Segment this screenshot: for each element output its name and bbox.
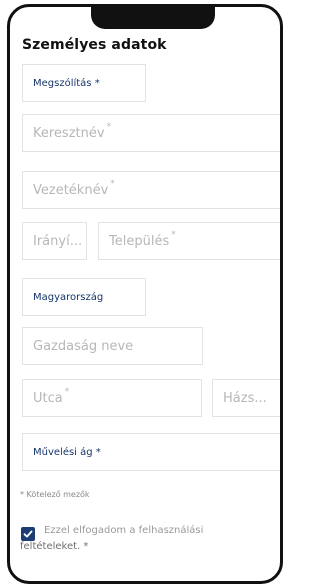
last-name-field[interactable]: Vezetéknév *: [22, 171, 280, 209]
required-mark: *: [110, 179, 115, 189]
farm-name-placeholder: Gazdaság neve: [33, 338, 134, 354]
first-name-placeholder: Keresztnév: [33, 125, 105, 141]
cultivation-select[interactable]: Művelési ág *: [22, 433, 280, 471]
salutation-label: Megszólítás *: [33, 77, 100, 89]
house-number-placeholder: Házs...: [223, 390, 267, 406]
city-field[interactable]: Település *: [98, 222, 280, 260]
terms-line-1: Ezzel elfogadom a felhasználási: [44, 525, 204, 536]
street-placeholder: Utca: [33, 390, 63, 406]
terms-text: Ezzel elfogadom a felhasználási feltétel…: [20, 523, 260, 555]
zip-placeholder: Irányí...: [33, 233, 83, 249]
phone-frame: Személyes adatok Megszólítás * Keresztné…: [7, 4, 283, 584]
farm-name-field[interactable]: Gazdaság neve: [22, 327, 203, 365]
country-select[interactable]: Magyarország: [22, 278, 146, 316]
street-field[interactable]: Utca *: [22, 379, 202, 417]
page-title: Személyes adatok: [22, 37, 167, 53]
house-number-field[interactable]: Házs...: [212, 379, 280, 417]
required-mark: *: [106, 122, 112, 132]
first-name-field[interactable]: Keresztnév *: [22, 114, 280, 152]
zip-field[interactable]: Irányí...: [22, 222, 87, 260]
terms-line-2: feltételeket. *: [20, 541, 89, 552]
city-placeholder: Település: [109, 233, 170, 249]
cultivation-label: Művelési ág *: [33, 446, 101, 458]
required-fields-note: * Kötelező mezők: [20, 490, 90, 499]
last-name-placeholder: Vezetéknév: [33, 182, 109, 198]
salutation-select[interactable]: Megszólítás *: [22, 64, 146, 102]
required-mark: *: [64, 387, 70, 397]
country-label: Magyarország: [33, 291, 104, 303]
required-mark: *: [171, 230, 176, 240]
personal-data-form: Személyes adatok Megszólítás * Keresztné…: [10, 7, 280, 581]
